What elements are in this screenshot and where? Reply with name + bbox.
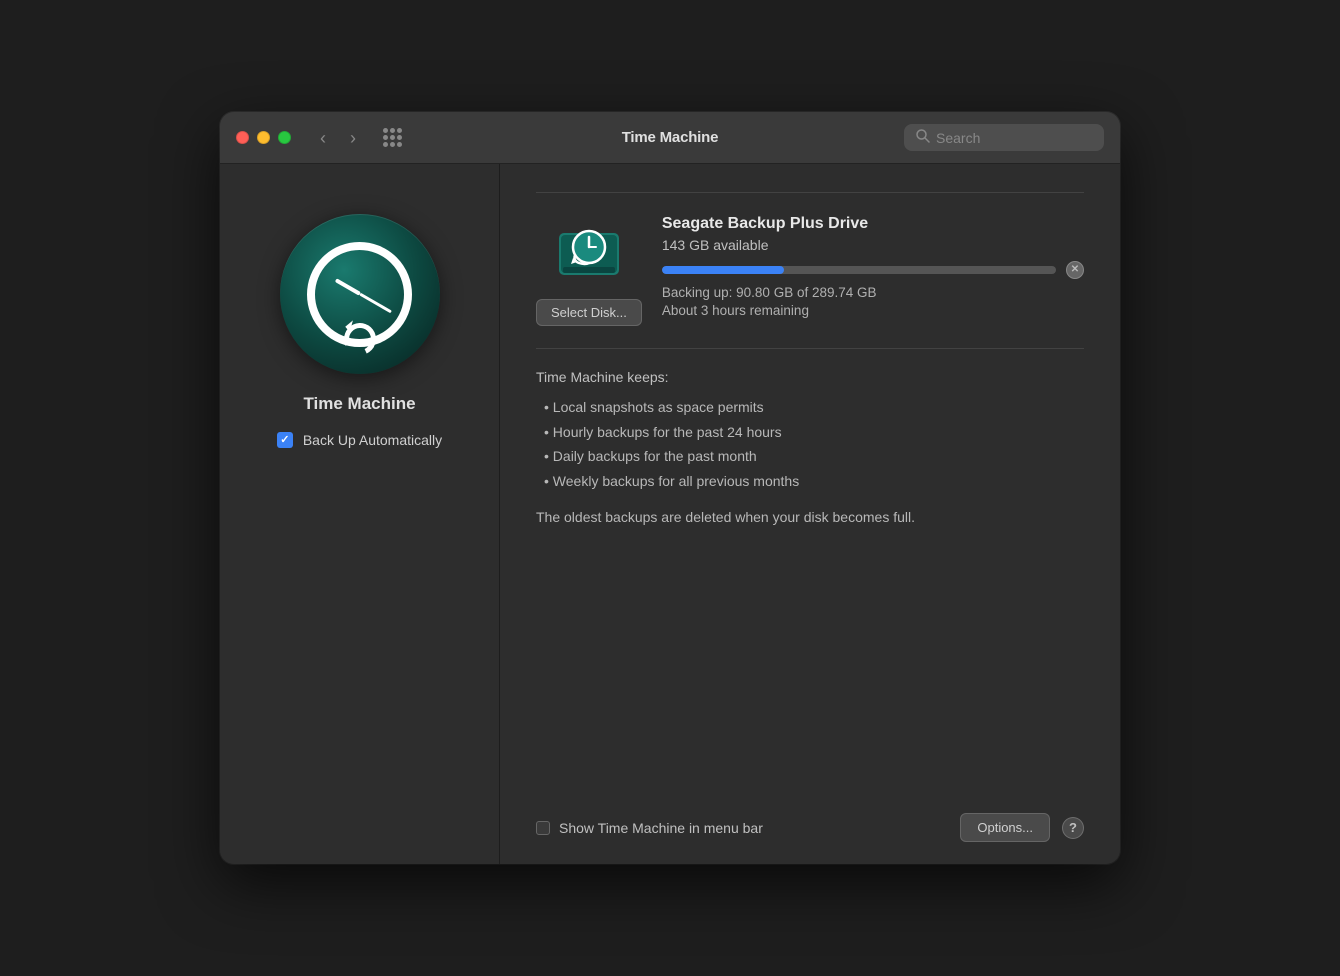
grid-dot <box>397 142 402 147</box>
app-icon <box>280 214 440 374</box>
cancel-backup-button[interactable]: ✕ <box>1066 261 1084 279</box>
progress-row: ✕ <box>662 261 1084 279</box>
bottom-bar: Show Time Machine in menu bar Options...… <box>500 797 1120 864</box>
search-icon <box>916 129 930 146</box>
checkbox-checkmark: ✓ <box>280 433 289 446</box>
back-button[interactable]: ‹ <box>311 129 335 147</box>
progress-bar-background <box>662 266 1056 274</box>
select-disk-button[interactable]: Select Disk... <box>536 299 642 326</box>
show-menubar-row: Show Time Machine in menu bar <box>536 820 948 836</box>
keeps-list: Local snapshots as space permits Hourly … <box>536 395 1084 493</box>
grid-dot <box>390 128 395 133</box>
fullscreen-button[interactable] <box>278 131 291 144</box>
clock-icon <box>307 242 412 347</box>
drive-info: Seagate Backup Plus Drive 143 GB availab… <box>662 215 1084 318</box>
auto-backup-checkbox[interactable]: ✓ <box>277 432 293 448</box>
content-area: Time Machine ✓ Back Up Automatically <box>220 164 1120 864</box>
auto-backup-row: ✓ Back Up Automatically <box>277 432 442 448</box>
backup-remaining: About 3 hours remaining <box>662 303 1084 318</box>
keeps-title: Time Machine keeps: <box>536 369 1084 385</box>
main-window: ‹ › Time Machine <box>220 112 1120 864</box>
clock-hour-hand <box>334 278 360 295</box>
drive-icon <box>553 215 625 287</box>
help-button[interactable]: ? <box>1062 817 1084 839</box>
grid-dot <box>397 135 402 140</box>
grid-dot <box>383 135 388 140</box>
grid-dot <box>390 135 395 140</box>
grid-dot <box>397 128 402 133</box>
window-title: Time Machine <box>622 129 719 146</box>
cancel-icon: ✕ <box>1071 265 1079 275</box>
titlebar: ‹ › Time Machine <box>220 112 1120 164</box>
list-item: Daily backups for the past month <box>536 444 1084 469</box>
arrow-wrap <box>344 323 376 355</box>
list-item: Weekly backups for all previous months <box>536 469 1084 494</box>
show-menubar-label: Show Time Machine in menu bar <box>559 820 763 836</box>
auto-backup-label: Back Up Automatically <box>303 432 442 448</box>
left-panel: Time Machine ✓ Back Up Automatically <box>220 164 500 864</box>
nav-buttons: ‹ › <box>311 129 365 147</box>
close-button[interactable] <box>236 131 249 144</box>
list-item: Hourly backups for the past 24 hours <box>536 420 1084 445</box>
grid-dot <box>383 128 388 133</box>
minimize-button[interactable] <box>257 131 270 144</box>
search-bar[interactable] <box>904 124 1104 151</box>
list-item: Local snapshots as space permits <box>536 395 1084 420</box>
grid-dot <box>390 142 395 147</box>
keeps-section: Time Machine keeps: Local snapshots as s… <box>536 369 1084 528</box>
drive-icon-wrap: Select Disk... <box>536 215 642 326</box>
arrow-head <box>345 320 357 332</box>
backup-status: Backing up: 90.80 GB of 289.74 GB <box>662 285 1084 300</box>
drive-available: 143 GB available <box>662 237 1084 253</box>
drive-svg <box>553 215 625 287</box>
show-menubar-checkbox[interactable] <box>536 821 550 835</box>
mid-separator <box>536 348 1084 349</box>
drive-name: Seagate Backup Plus Drive <box>662 215 1084 233</box>
keeps-note: The oldest backups are deleted when your… <box>536 507 1084 528</box>
clock-minute-hand <box>359 293 392 314</box>
right-content: Select Disk... Seagate Backup Plus Drive… <box>500 164 1120 797</box>
arrow-circle <box>339 318 380 359</box>
forward-button[interactable]: › <box>341 129 365 147</box>
options-button[interactable]: Options... <box>960 813 1050 842</box>
grid-view-button[interactable] <box>383 128 402 147</box>
traffic-lights <box>236 131 291 144</box>
grid-dot <box>383 142 388 147</box>
drive-section: Select Disk... Seagate Backup Plus Drive… <box>536 215 1084 326</box>
progress-bar-fill <box>662 266 784 274</box>
top-separator <box>536 192 1084 193</box>
right-panel: Select Disk... Seagate Backup Plus Drive… <box>500 164 1120 864</box>
app-label: Time Machine <box>303 394 415 414</box>
search-input[interactable] <box>936 130 1092 146</box>
